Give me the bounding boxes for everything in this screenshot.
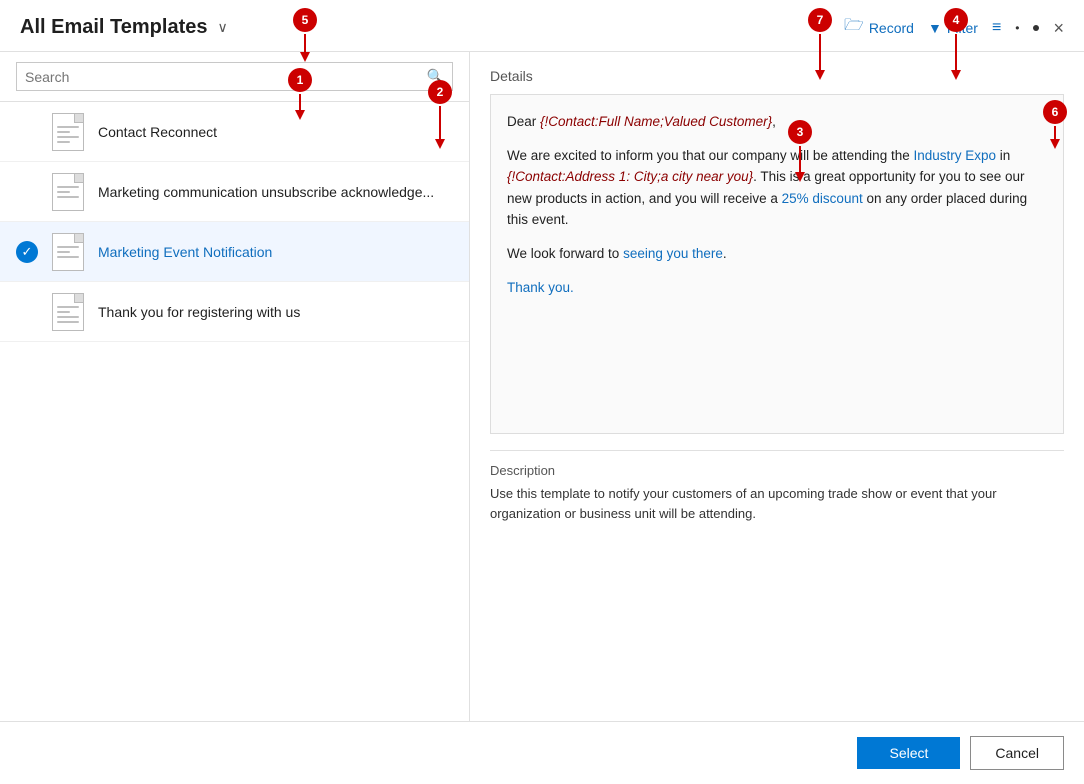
- dialog-header: All Email Templates ∨ 🗁 Record ▼ Filter …: [0, 0, 1084, 52]
- template-name: Marketing Event Notification: [98, 244, 272, 260]
- email-body: Dear {!Contact:Full Name;Valued Customer…: [507, 111, 1047, 298]
- cancel-button[interactable]: Cancel: [970, 736, 1064, 770]
- highlight-seeing: seeing you there: [623, 246, 723, 261]
- menu-button[interactable]: ≡: [992, 19, 1001, 37]
- filter-icon: ▼: [928, 20, 942, 36]
- email-para1: We are excited to inform you that our co…: [507, 145, 1047, 231]
- template-name: Contact Reconnect: [98, 124, 217, 140]
- chevron-down-button[interactable]: •: [1015, 21, 1019, 35]
- template-icon: [50, 294, 86, 330]
- description-section: Description Use this template to notify …: [490, 450, 1064, 523]
- dialog-title-area: All Email Templates ∨: [20, 16, 228, 39]
- description-text: Use this template to notify your custome…: [490, 484, 1064, 523]
- title-chevron-icon[interactable]: ∨: [217, 19, 227, 36]
- left-panel: 🔍: [0, 52, 470, 721]
- email-preview: Dear {!Contact:Full Name;Valued Customer…: [490, 94, 1064, 434]
- field-token-city: {!Contact:Address 1: City;a city near yo…: [507, 169, 753, 184]
- doc-icon: [52, 173, 84, 211]
- right-panel: Details Dear {!Contact:Full Name;Valued …: [470, 52, 1084, 721]
- description-label: Description: [490, 463, 1064, 478]
- folder-icon: 🗁: [844, 14, 864, 41]
- doc-icon: [52, 113, 84, 151]
- dialog-footer: Select Cancel: [0, 721, 1084, 784]
- search-button[interactable]: 🔍: [427, 68, 444, 85]
- record-button[interactable]: 🗁 Record: [844, 14, 914, 41]
- template-item[interactable]: Thank you for registering with us: [0, 282, 469, 342]
- email-template-dialog: 5 1 2 3: [0, 0, 1084, 784]
- search-area: 🔍: [0, 52, 469, 102]
- email-para3: Thank you.: [507, 277, 1047, 299]
- email-para2: We look forward to seeing you there.: [507, 243, 1047, 265]
- select-button[interactable]: Select: [857, 737, 960, 769]
- filter-label: Filter: [947, 20, 978, 36]
- template-list: Contact Reconnect Marke: [0, 102, 469, 721]
- doc-icon: [52, 233, 84, 271]
- dot-indicator: [1033, 25, 1039, 31]
- email-greeting: Dear {!Contact:Full Name;Valued Customer…: [507, 111, 1047, 133]
- template-name: Thank you for registering with us: [98, 304, 300, 320]
- template-item[interactable]: Marketing communication unsubscribe ackn…: [0, 162, 469, 222]
- close-button[interactable]: ×: [1053, 19, 1064, 37]
- template-item-selected[interactable]: ✓ Marketing Event Notification: [0, 222, 469, 282]
- template-icon: [50, 234, 86, 270]
- record-label: Record: [869, 20, 914, 36]
- header-actions-group: 🗁 Record ▼ Filter ≡ • ×: [844, 14, 1064, 41]
- template-name: Marketing communication unsubscribe ackn…: [98, 184, 434, 200]
- filter-button[interactable]: ▼ Filter: [928, 20, 978, 36]
- search-input[interactable]: [25, 69, 427, 85]
- check-icon: ✓: [16, 241, 38, 263]
- template-item[interactable]: Contact Reconnect: [0, 102, 469, 162]
- search-input-wrapper[interactable]: 🔍: [16, 62, 453, 91]
- highlight-discount: 25% discount: [782, 191, 863, 206]
- template-icon: [50, 174, 86, 210]
- highlight-thankyou: Thank you.: [507, 280, 574, 295]
- template-icon: [50, 114, 86, 150]
- dialog-body: 🔍: [0, 52, 1084, 721]
- details-label: Details: [490, 68, 1064, 84]
- doc-icon: [52, 293, 84, 331]
- menu-icon: ≡: [992, 19, 1001, 37]
- highlight-expo: Industry Expo: [913, 148, 996, 163]
- field-token-name: {!Contact:Full Name;Valued Customer}: [540, 114, 772, 129]
- dialog-title: All Email Templates: [20, 16, 207, 39]
